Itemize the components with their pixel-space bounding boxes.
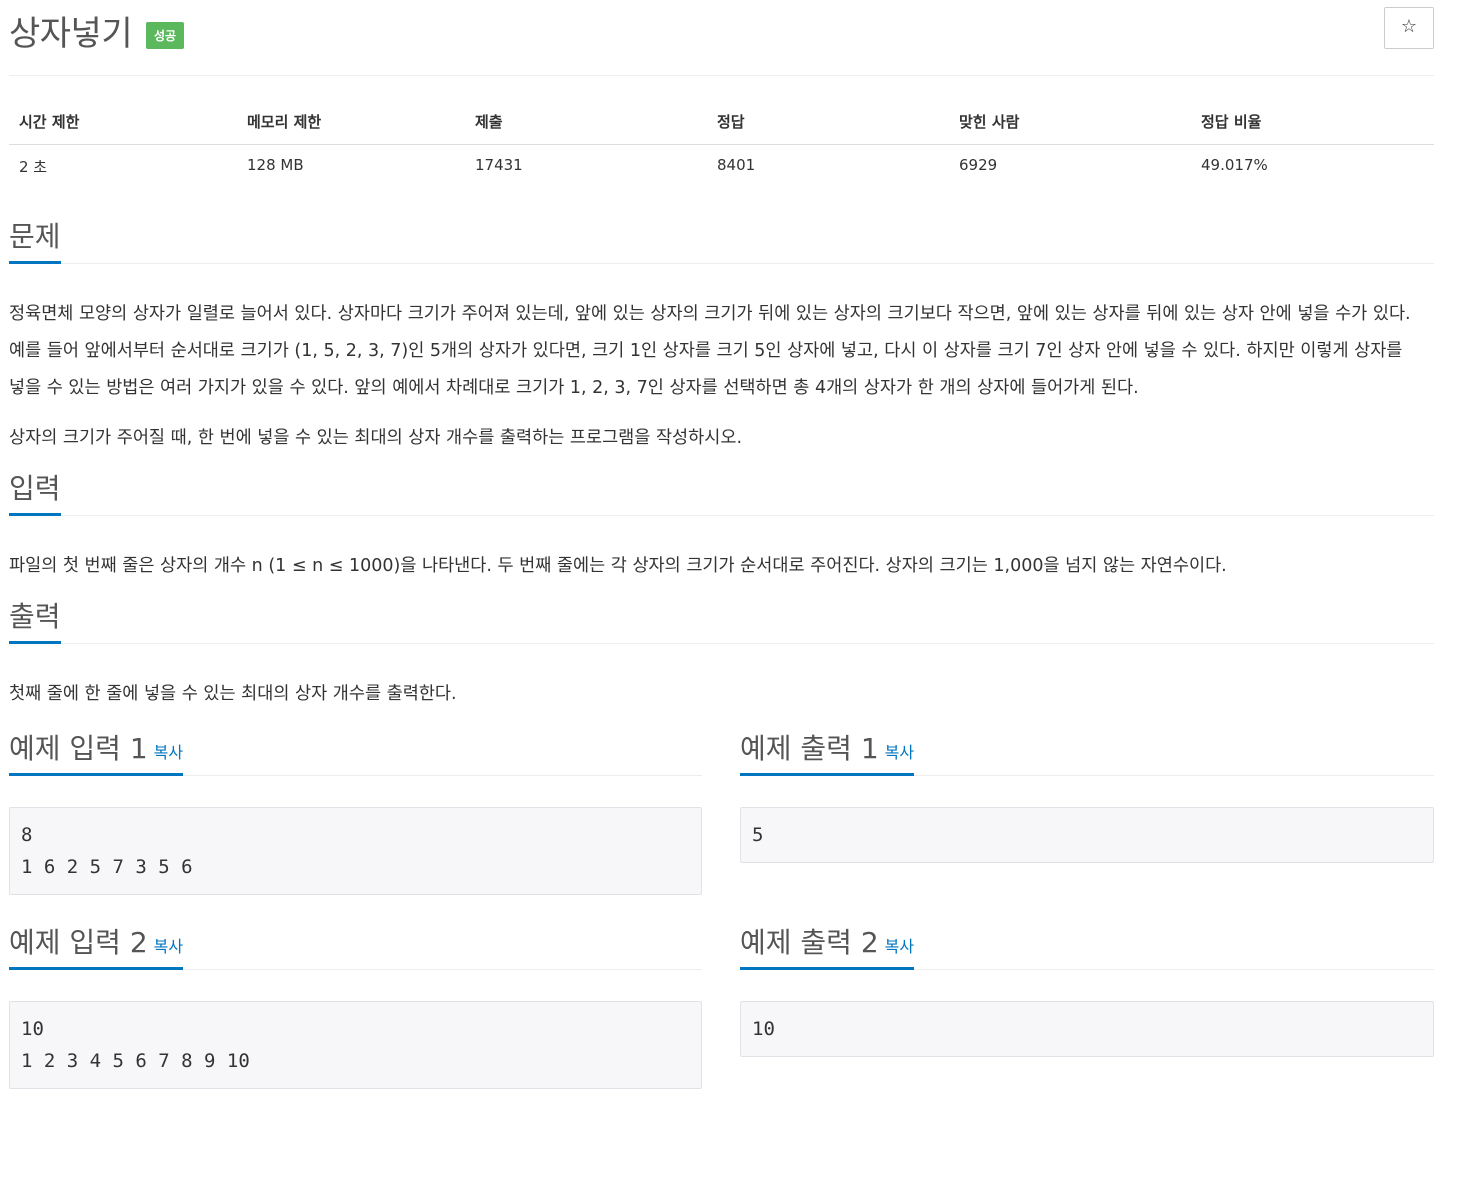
problem-title: 상자넣기 [9, 14, 133, 54]
output-header: 출력 [9, 595, 1434, 644]
sample-input-1-heading: 예제 입력 1 복사 [9, 727, 184, 776]
input-description: 파일의 첫 번째 줄은 상자의 개수 n (1 ≤ n ≤ 1000)을 나타낸… [9, 556, 1227, 576]
sample-input-2-title: 예제 입력 2 [9, 926, 148, 959]
copy-sample-output-1-link[interactable]: 복사 [885, 743, 914, 762]
accepted-value: 8401 [717, 156, 756, 174]
description-title: 문제 [9, 215, 61, 264]
sample-output-2-header: 예제 출력 2 복사 [740, 921, 1434, 970]
sample-output-2-heading: 예제 출력 2 복사 [740, 921, 915, 970]
copy-sample-input-2-link[interactable]: 복사 [154, 937, 183, 956]
sample-input-1: 예제 입력 1 복사 8 1 6 2 5 7 3 5 6 [9, 727, 702, 895]
input-title: 입력 [9, 467, 61, 516]
sample-input-1-data: 8 1 6 2 5 7 3 5 6 [9, 807, 702, 895]
sample-input-1-title: 예제 입력 1 [9, 732, 148, 765]
sample-output-1-data: 5 [740, 807, 1434, 863]
header-submissions: 제출 [465, 109, 707, 145]
memory-limit-value: 128 MB [247, 156, 304, 174]
sample-output-2-title: 예제 출력 2 [740, 926, 879, 959]
problem-header: 상자넣기 성공 ☆ [9, 0, 1434, 76]
sample-row-2: 예제 입력 2 복사 10 1 2 3 4 5 6 7 8 9 10 예제 출력 … [9, 921, 1434, 1089]
sample-input-1-header: 예제 입력 1 복사 [9, 727, 702, 776]
sample-input-2-header: 예제 입력 2 복사 [9, 921, 702, 970]
copy-sample-output-2-link[interactable]: 복사 [885, 937, 914, 956]
sample-input-2-heading: 예제 입력 2 복사 [9, 921, 184, 970]
output-description: 첫째 줄에 한 줄에 넣을 수 있는 최대의 상자 개수를 출력한다. [9, 684, 457, 704]
sample-row-1: 예제 입력 1 복사 8 1 6 2 5 7 3 5 6 예제 출력 1 복사 5 [9, 727, 1434, 895]
star-icon: ☆ [1400, 16, 1418, 37]
sample-output-1: 예제 출력 1 복사 5 [740, 727, 1434, 895]
ratio-value: 49.017% [1201, 156, 1268, 174]
sample-output-1-heading: 예제 출력 1 복사 [740, 727, 915, 776]
status-badge: 성공 [146, 22, 185, 49]
sample-output-2: 예제 출력 2 복사 10 [740, 921, 1434, 1089]
header-accepted: 정답 [707, 109, 949, 145]
favorite-button[interactable]: ☆ [1384, 7, 1434, 49]
header-time-limit: 시간 제한 [9, 109, 237, 145]
problem-page: 상자넣기 성공 ☆ 시간 제한 메모리 제한 제출 정답 맞힌 사람 정답 비율… [9, 0, 1434, 1089]
sample-input-2: 예제 입력 2 복사 10 1 2 3 4 5 6 7 8 9 10 [9, 921, 702, 1089]
header-solved-users: 맞힌 사람 [949, 109, 1191, 145]
solved-users-value: 6929 [959, 156, 998, 174]
description-paragraph-1: 정육면체 모양의 상자가 일렬로 늘어서 있다. 상자마다 크기가 주어져 있는… [9, 304, 1411, 398]
submissions-value: 17431 [475, 156, 523, 174]
header-ratio: 정답 비율 [1191, 109, 1434, 145]
sample-output-1-header: 예제 출력 1 복사 [740, 727, 1434, 776]
copy-sample-input-1-link[interactable]: 복사 [154, 743, 183, 762]
output-title: 출력 [9, 595, 61, 644]
table-header-row: 시간 제한 메모리 제한 제출 정답 맞힌 사람 정답 비율 [9, 109, 1434, 145]
sample-output-2-data: 10 [740, 1001, 1434, 1057]
problem-info-table: 시간 제한 메모리 제한 제출 정답 맞힌 사람 정답 비율 2 초 128 M… [9, 109, 1434, 184]
table-row: 2 초 128 MB 17431 8401 6929 49.017% [9, 145, 1434, 185]
sample-input-2-data: 10 1 2 3 4 5 6 7 8 9 10 [9, 1001, 702, 1089]
description-paragraph-2: 상자의 크기가 주어질 때, 한 번에 넣을 수 있는 최대의 상자 개수를 출… [9, 428, 743, 448]
header-memory-limit: 메모리 제한 [237, 109, 465, 145]
time-limit-value: 2 초 [19, 158, 48, 176]
description-header: 문제 [9, 215, 1434, 264]
sample-output-1-title: 예제 출력 1 [740, 732, 879, 765]
input-header: 입력 [9, 467, 1434, 516]
